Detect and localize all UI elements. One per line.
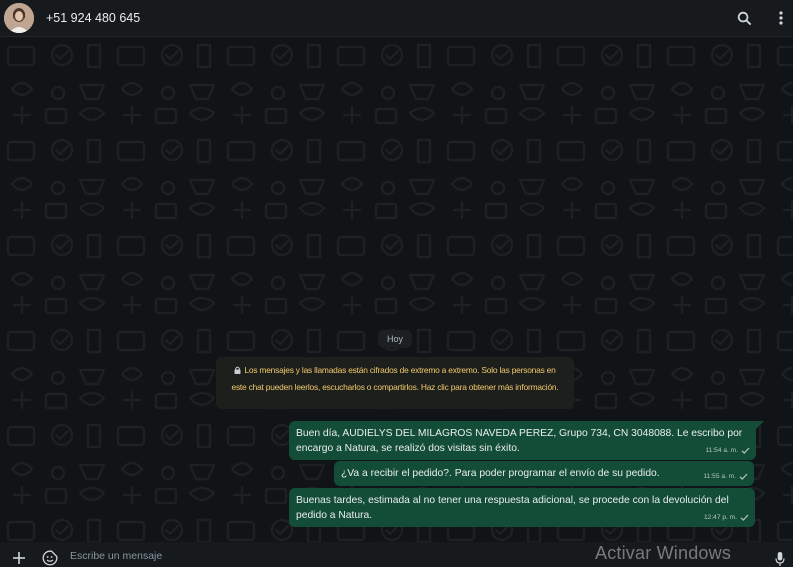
message-bubble[interactable]: Buen día, AUDIELYS DEL MILAGROS NAVEDA P… [289,421,756,460]
menu-button[interactable] [771,8,791,28]
search-button[interactable] [734,8,754,28]
message-time: 11:54 a. m. [705,447,739,454]
avatar-photo-icon [4,3,34,33]
message-meta: 11:54 a. m. [706,443,751,458]
message-bubble[interactable]: ¿Va a recibir el pedido?. Para poder pro… [334,461,754,486]
attach-button[interactable] [9,548,29,567]
message-text: Buenas tardes, estimada al no tener una … [296,495,729,521]
message-bubble[interactable]: Buenas tardes, estimada al no tener una … [289,488,755,527]
message-meta: 11:55 a. m. [704,469,749,484]
voice-message-button[interactable] [770,549,790,567]
encryption-notice[interactable]: Los mensajes y las llamadas están cifrad… [216,357,574,409]
message-text: Buen día, AUDIELYS DEL MILAGROS NAVEDA P… [296,428,743,454]
check-icon [741,447,750,454]
microphone-icon [775,552,785,566]
message-text: ¿Va a recibir el pedido?. Para poder pro… [341,468,660,479]
contact-avatar[interactable] [4,3,34,33]
message-time: 11:55 a. m. [703,473,737,480]
lock-icon [234,363,241,379]
message-time: 12:47 p. m. [704,514,737,521]
check-icon [740,514,749,521]
sticker-icon [42,550,58,566]
more-vertical-icon [779,11,783,25]
contact-name[interactable]: +51 924 480 645 [46,11,140,25]
search-icon [737,11,751,25]
check-icon [739,473,748,480]
plus-icon [13,552,25,564]
emoji-button[interactable] [40,548,60,567]
chat-header: +51 924 480 645 [0,0,793,37]
day-separator: Hoy [378,330,412,348]
encryption-notice-text: Los mensajes y las llamadas están cifrad… [231,365,559,392]
message-meta: 12:47 p. m. [704,510,749,525]
bubble-tail [756,421,764,429]
message-input[interactable] [62,545,582,567]
